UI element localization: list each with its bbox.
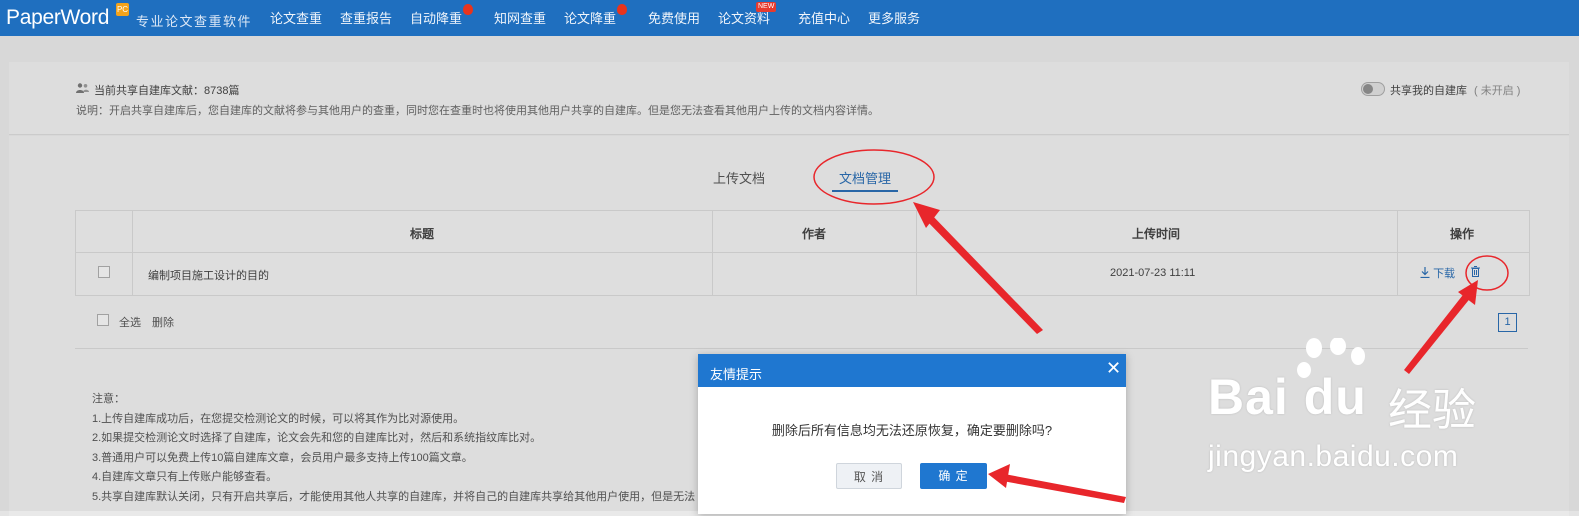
close-icon[interactable]: ✕ xyxy=(1106,358,1121,379)
nav-item-auto-rewrite[interactable]: 自动降重 xyxy=(410,8,462,27)
nav-item-more-services[interactable]: 更多服务 xyxy=(868,8,920,27)
nav-item-check-report[interactable]: 查重报告 xyxy=(340,8,392,27)
slogan: 专业论文查重软件 xyxy=(136,15,253,30)
new-badge: NEW xyxy=(756,2,777,12)
nav-item-paper-rewrite[interactable]: 论文降重 xyxy=(564,8,616,27)
hot-fire-icon xyxy=(463,4,473,15)
nav-item-free-use[interactable]: 免费使用 xyxy=(648,8,700,27)
dialog-message: 删除后所有信息均无法还原恢复，确定要删除吗? xyxy=(771,423,1053,438)
confirm-delete-dialog: 友情提示 ✕ 删除后所有信息均无法还原恢复，确定要删除吗? 取 消 确 定 xyxy=(698,354,1126,514)
dialog-header: 友情提示 ✕ xyxy=(698,354,1126,387)
nav-item-cnki-check[interactable]: 知网查重 xyxy=(494,8,546,27)
top-navigation-bar: PaperWord PC 专业论文查重软件 论文查重 查重报告 自动降重 知网查… xyxy=(0,0,1579,36)
nav-item-recharge[interactable]: 充值中心 xyxy=(798,8,850,27)
confirm-button[interactable]: 确 定 xyxy=(920,463,987,489)
logo[interactable]: PaperWord xyxy=(6,6,109,30)
cancel-button[interactable]: 取 消 xyxy=(836,463,902,489)
dialog-title: 友情提示 xyxy=(710,367,763,382)
watermark-url: jingyan.baidu.com xyxy=(1208,440,1459,473)
watermark-cn: 经验 xyxy=(1388,386,1476,435)
logo-badge: PC xyxy=(116,3,129,16)
watermark-brand: Bai du xyxy=(1208,369,1367,425)
hot-fire-icon xyxy=(617,4,627,15)
nav-item-paper-check[interactable]: 论文查重 xyxy=(270,8,322,27)
